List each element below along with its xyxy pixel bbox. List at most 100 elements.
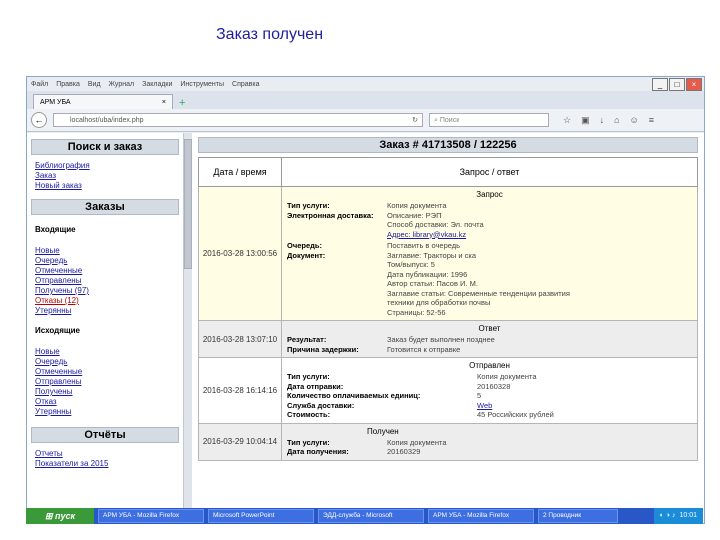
order-panel: Заказ # 41713508 / 122256 Дата / время З…: [192, 133, 704, 523]
incoming-queue[interactable]: Очередь: [29, 256, 181, 266]
table-row-answer: 2016-03-28 13:07:10 Ответ Результат: Зака…: [198, 320, 698, 358]
field-value: техники для обработки почвы: [387, 298, 491, 307]
slide-title: Заказ получен: [216, 26, 324, 43]
search-order-header: Поиск и заказ: [31, 139, 179, 155]
taskbar-item-firefox-2[interactable]: АРМ УБА - Mozilla Firefox: [428, 509, 534, 523]
row-date: 2016-03-28 16:14:16: [198, 357, 282, 424]
system-tray: ◐ ◑ ♪ 10:01: [653, 508, 703, 524]
incoming-marked[interactable]: Отмеченные: [29, 266, 181, 276]
field-value: Поставить в очередь: [387, 241, 461, 250]
outgoing-marked[interactable]: Отмеченные: [29, 367, 181, 377]
col-date-header: Дата / время: [198, 157, 282, 187]
field-key: Тип услуги:: [287, 372, 330, 381]
field-key: Причина задержки:: [287, 344, 359, 354]
start-button[interactable]: ⊞ пуск: [26, 508, 94, 524]
field-key: Тип услуги:: [287, 201, 330, 210]
minimize-button[interactable]: _: [652, 78, 668, 91]
outgoing-new[interactable]: Новые: [29, 347, 181, 357]
field-value: Описание: РЭП: [387, 210, 442, 220]
outgoing-queue[interactable]: Очередь: [29, 357, 181, 367]
orders-header: Заказы: [31, 199, 179, 215]
navigation-bar: ← localhost/uba/index.php ↻ ⌕ Поиск ☆ ▣ …: [27, 109, 704, 132]
delivery-link[interactable]: Web: [477, 401, 492, 411]
answer-block: Ответ Результат: Заказ будет выполнен поз…: [281, 320, 698, 358]
reload-icon[interactable]: ↻: [412, 114, 418, 126]
reading-list-icon[interactable]: ▣: [581, 115, 590, 126]
smiley-icon[interactable]: ☺: [630, 115, 639, 126]
search-input[interactable]: ⌕ Поиск: [429, 113, 549, 127]
incoming-refused[interactable]: Отказы (12): [29, 296, 181, 306]
menu-file[interactable]: Файл: [31, 81, 48, 88]
order-title: Заказ # 41713508 / 122256: [198, 137, 698, 153]
field-key: [287, 260, 387, 270]
taskbar-item-explorer[interactable]: 2 Проводник: [538, 509, 618, 523]
field-value: 20160329: [387, 447, 421, 456]
menu-history[interactable]: Журнал: [109, 81, 135, 88]
taskbar-item-powerpoint[interactable]: Microsoft PowerPoint: [208, 509, 314, 523]
scrollbar-thumb[interactable]: [184, 139, 192, 269]
download-icon[interactable]: ↓: [600, 115, 605, 126]
taskbar-item-edd[interactable]: ЭДД-служба - Microsoft: [318, 509, 424, 523]
menu-view[interactable]: Вид: [88, 81, 101, 88]
field-key: [287, 270, 387, 280]
new-tab-icon[interactable]: +: [179, 97, 185, 109]
start-label: пуск: [54, 511, 76, 521]
block-title: Ответ: [478, 324, 501, 333]
reports-2015-link[interactable]: Показатели за 2015: [29, 459, 181, 469]
close-tab-icon[interactable]: ×: [162, 99, 166, 106]
sidebar-link-bibliography[interactable]: Библиография: [29, 161, 181, 171]
field-value: Автор статьи: Пасов И. М.: [387, 279, 478, 288]
email-link[interactable]: Адрес: library@vkau.kz: [387, 230, 466, 240]
field-value: Копия документа: [387, 201, 447, 210]
incoming-new[interactable]: Новые: [29, 246, 181, 256]
taskbar-item-firefox[interactable]: АРМ УБА - Mozilla Firefox: [98, 509, 204, 523]
tray-icons: ◐ ◑ ♪: [659, 512, 676, 519]
incoming-lost[interactable]: Утерянны: [29, 306, 181, 316]
field-value: Страницы: 52-56: [387, 307, 446, 317]
field-value: Способ доставки: Эл. почта: [387, 220, 484, 229]
sent-block: Отправлен Тип услуги: Копия документа Дат…: [281, 357, 698, 424]
home-icon[interactable]: ⌂: [614, 115, 619, 126]
url-bar[interactable]: localhost/uba/index.php ↻: [53, 113, 423, 127]
sidebar-link-order[interactable]: Заказ: [29, 171, 181, 181]
field-value: Готовится к отправке: [387, 344, 461, 354]
menu-help[interactable]: Справка: [232, 81, 259, 88]
field-key: Количество оплачиваемых единиц:: [287, 391, 421, 400]
outgoing-refused[interactable]: Отказ: [29, 397, 181, 407]
clock: 10:01: [679, 512, 697, 519]
incoming-sent[interactable]: Отправлены: [29, 276, 181, 286]
block-title: Запрос: [476, 190, 503, 199]
col-request-header: Запрос / ответ: [281, 157, 698, 187]
incoming-received[interactable]: Получены (97): [29, 286, 181, 296]
table-row-sent: 2016-03-28 16:14:16 Отправлен Тип услуги…: [198, 357, 698, 424]
field-key: Тип услуги:: [287, 437, 330, 447]
sidebar-link-new-order[interactable]: Новый заказ: [29, 181, 181, 191]
close-button[interactable]: ×: [686, 78, 702, 91]
url-text: localhost/uba/index.php: [70, 117, 144, 124]
outgoing-lost[interactable]: Утерянны: [29, 407, 181, 417]
menu-tools[interactable]: Инструменты: [180, 81, 224, 88]
block-title: Отправлен: [469, 361, 510, 370]
maximize-button[interactable]: □: [669, 78, 685, 91]
received-block: Получен Тип услуги: Копия документа Дата …: [281, 422, 698, 461]
browser-window: Файл Правка Вид Журнал Закладки Инструме…: [26, 76, 705, 524]
back-button[interactable]: ←: [31, 112, 47, 128]
bookmark-star-icon[interactable]: ☆: [563, 115, 571, 126]
field-key: [287, 298, 387, 308]
hamburger-menu-icon[interactable]: ≡: [649, 115, 654, 126]
search-placeholder: Поиск: [439, 117, 460, 124]
browser-tab[interactable]: АРМ УБА ×: [33, 94, 173, 109]
windows-logo-icon: ⊞: [44, 510, 55, 521]
outgoing-received[interactable]: Получены: [29, 387, 181, 397]
field-value: 45 Российских рублей: [477, 410, 554, 419]
sidebar-scrollbar[interactable]: [183, 133, 192, 523]
reports-link[interactable]: Отчеты: [29, 449, 181, 459]
field-key: [287, 289, 387, 299]
outgoing-sent[interactable]: Отправлены: [29, 377, 181, 387]
taskbar: ⊞ пуск АРМ УБА - Mozilla Firefox Microso…: [26, 508, 703, 524]
outgoing-title: Исходящие: [35, 326, 80, 335]
field-value: Копия документа: [387, 437, 447, 447]
menu-bookmarks[interactable]: Закладки: [142, 81, 172, 88]
menu-edit[interactable]: Правка: [56, 81, 80, 88]
field-key: [287, 279, 387, 289]
